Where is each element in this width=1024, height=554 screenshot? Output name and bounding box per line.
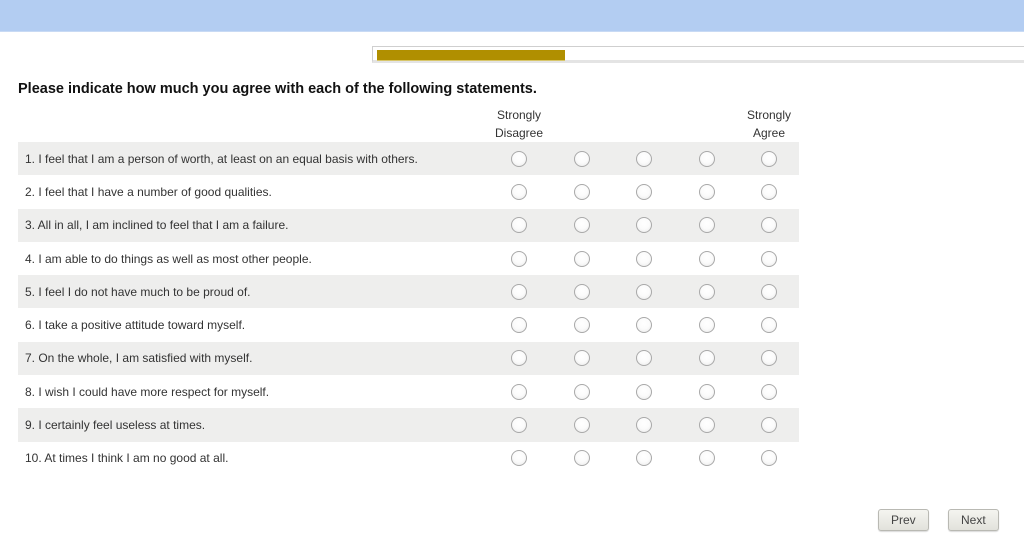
statement-label: 6. I take a positive attitude toward mys…	[25, 318, 246, 333]
radio-option-1[interactable]	[511, 250, 527, 267]
radio-option-5[interactable]	[761, 217, 777, 234]
radio-option-2[interactable]	[574, 383, 590, 400]
radio-option-5[interactable]	[761, 250, 777, 267]
statement-label: 4. I am able to do things as well as mos…	[25, 251, 312, 266]
statement-label: 1. I feel that I am a person of worth, a…	[25, 151, 418, 166]
radio-option-5[interactable]	[761, 183, 777, 200]
statement-row: 1. I feel that I am a person of worth, a…	[18, 142, 799, 176]
radio-option-1[interactable]	[511, 217, 527, 234]
radio-option-4[interactable]	[699, 183, 715, 200]
radio-option-2[interactable]	[574, 217, 590, 234]
progress-bar	[372, 46, 1024, 63]
statement-row: 2. I feel that I have a number of good q…	[18, 175, 799, 208]
statement-row: 3. All in all, I am inclined to feel tha…	[18, 208, 799, 242]
radio-option-3[interactable]	[636, 417, 652, 434]
radio-option-2[interactable]	[574, 350, 590, 367]
radio-option-2[interactable]	[574, 417, 590, 434]
scale-label-strongly-agree: Strongly Agree	[729, 106, 809, 142]
scale-label-line: Strongly	[746, 108, 792, 122]
statement-label: 8. I wish I could have more respect for …	[25, 384, 270, 399]
radio-option-5[interactable]	[761, 450, 777, 467]
scale-label-line: Agree	[752, 126, 786, 140]
radio-option-2[interactable]	[574, 283, 590, 300]
radio-option-4[interactable]	[699, 283, 715, 300]
radio-option-1[interactable]	[511, 450, 527, 467]
radio-option-5[interactable]	[761, 383, 777, 400]
radio-option-4[interactable]	[699, 317, 715, 334]
scale-label-line: Disagree	[494, 126, 544, 140]
radio-option-5[interactable]	[761, 150, 777, 167]
radio-option-3[interactable]	[636, 383, 652, 400]
radio-option-1[interactable]	[511, 417, 527, 434]
likert-matrix: 1. I feel that I am a person of worth, a…	[18, 142, 799, 475]
radio-option-2[interactable]	[574, 183, 590, 200]
radio-option-5[interactable]	[761, 317, 777, 334]
radio-option-2[interactable]	[574, 150, 590, 167]
scale-label-strongly-disagree: Strongly Disagree	[479, 106, 559, 142]
next-button[interactable]: Next	[948, 509, 999, 531]
radio-option-4[interactable]	[699, 383, 715, 400]
statement-row: 9. I certainly feel useless at times.	[18, 408, 799, 442]
radio-option-4[interactable]	[699, 150, 715, 167]
radio-option-1[interactable]	[511, 150, 527, 167]
radio-option-3[interactable]	[636, 217, 652, 234]
radio-option-5[interactable]	[761, 417, 777, 434]
radio-option-1[interactable]	[511, 383, 527, 400]
radio-option-2[interactable]	[574, 317, 590, 334]
statement-label: 5. I feel I do not have much to be proud…	[25, 284, 251, 299]
radio-option-3[interactable]	[636, 317, 652, 334]
scale-label-line: Strongly	[496, 108, 542, 122]
radio-option-3[interactable]	[636, 283, 652, 300]
radio-option-4[interactable]	[699, 350, 715, 367]
question-text: Please indicate how much you agree with …	[18, 81, 537, 97]
statement-row: 10. At times I think I am no good at all…	[18, 442, 799, 475]
statement-label: 10. At times I think I am no good at all…	[25, 451, 229, 466]
radio-option-5[interactable]	[761, 350, 777, 367]
radio-option-2[interactable]	[574, 250, 590, 267]
radio-option-3[interactable]	[636, 450, 652, 467]
statement-row: 7. On the whole, I am satisfied with mys…	[18, 341, 799, 376]
statement-label: 3. All in all, I am inclined to feel tha…	[25, 218, 289, 233]
radio-option-4[interactable]	[699, 417, 715, 434]
radio-option-1[interactable]	[511, 283, 527, 300]
statement-label: 7. On the whole, I am satisfied with mys…	[25, 351, 253, 366]
radio-option-2[interactable]	[574, 450, 590, 467]
radio-option-4[interactable]	[699, 217, 715, 234]
radio-option-4[interactable]	[699, 250, 715, 267]
statement-label: 9. I certainly feel useless at times.	[25, 418, 206, 433]
radio-option-1[interactable]	[511, 350, 527, 367]
prev-button[interactable]: Prev	[878, 509, 929, 531]
radio-option-3[interactable]	[636, 150, 652, 167]
progress-bar-fill	[377, 50, 565, 61]
statement-row: 4. I am able to do things as well as mos…	[18, 242, 799, 275]
statement-label: 2. I feel that I have a number of good q…	[25, 184, 272, 199]
radio-option-3[interactable]	[636, 183, 652, 200]
radio-option-4[interactable]	[699, 450, 715, 467]
radio-option-1[interactable]	[511, 317, 527, 334]
radio-option-3[interactable]	[636, 250, 652, 267]
radio-option-3[interactable]	[636, 350, 652, 367]
header-band	[0, 0, 1024, 32]
radio-option-1[interactable]	[511, 183, 527, 200]
statement-row: 8. I wish I could have more respect for …	[18, 375, 799, 408]
statement-row: 6. I take a positive attitude toward mys…	[18, 308, 799, 341]
radio-option-5[interactable]	[761, 283, 777, 300]
statement-row: 5. I feel I do not have much to be proud…	[18, 275, 799, 309]
